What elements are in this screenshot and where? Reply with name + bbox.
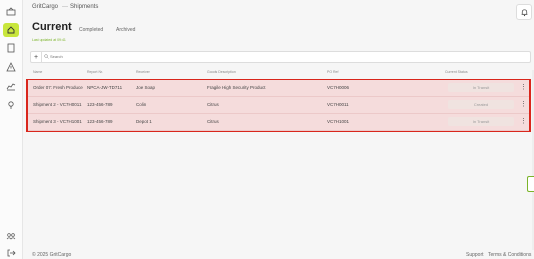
cell-goods: Fragile High Security Product (207, 85, 266, 90)
column-header-name[interactable]: Name (33, 70, 42, 74)
cell-report: 123-456-789 (87, 102, 113, 107)
cell-po: VC7H0006 (327, 85, 350, 90)
cell-receiver: Joe Soap (136, 85, 156, 90)
column-header-status[interactable]: Current Status (445, 70, 468, 74)
feedback-tab[interactable] (527, 176, 534, 192)
more-options-icon[interactable]: ⋮ (520, 100, 527, 110)
footer-support-link[interactable]: Support (466, 252, 484, 258)
sidebar (0, 0, 23, 259)
cell-name: Shipment 2 - VC7H0011 (33, 102, 82, 107)
team-icon[interactable] (5, 230, 17, 242)
cell-report: 123-456-789 (87, 119, 113, 124)
chart-icon[interactable] (5, 80, 17, 92)
footer-copyright: © 2025 GritCargo (32, 252, 72, 258)
cell-receiver: Colin (136, 102, 147, 107)
footer-terms-link[interactable]: Terms & Conditions (488, 252, 531, 258)
cell-goods: Citrus (207, 102, 219, 107)
more-options-icon[interactable]: ⋮ (520, 117, 527, 127)
notifications-button[interactable] (516, 4, 532, 20)
status-badge: Created (448, 100, 514, 109)
column-header-receiver[interactable]: Receiver (136, 70, 150, 74)
alert-icon[interactable] (5, 61, 17, 73)
table-row[interactable]: Shipment 3 - VC7H1001 123-456-789 Depot … (28, 114, 529, 131)
cell-goods: Citrus (207, 119, 219, 124)
main-content: GritCargo — Shipments Current Completed … (23, 0, 534, 259)
column-header-report[interactable]: Report Nr. (87, 70, 103, 74)
cell-name: Order 07: Fresh Produce (33, 85, 83, 90)
table-row[interactable]: Order 07: Fresh Produce NPCA-JW-TD711 Jo… (28, 80, 529, 97)
column-header-goods[interactable]: Goods Description (207, 70, 236, 74)
logout-icon[interactable] (5, 247, 17, 259)
breadcrumb-app[interactable]: GritCargo (32, 4, 58, 10)
cell-report: NPCA-JW-TD711 (87, 85, 123, 90)
column-header-po[interactable]: PO Ref (327, 70, 338, 74)
search-input[interactable] (50, 53, 250, 60)
more-options-icon[interactable]: ⋮ (520, 83, 527, 93)
tab-completed[interactable]: Completed (79, 27, 103, 33)
search-bar: + (30, 51, 531, 63)
tab-archived[interactable]: Archived (116, 27, 135, 33)
search-icon (44, 54, 49, 59)
status-badge: In Transit (448, 83, 514, 92)
cell-name: Shipment 3 - VC7H1001 (33, 119, 82, 124)
status-badge: In Transit (448, 117, 514, 126)
cell-po: VC7H1001 (327, 119, 350, 124)
cell-po: VC7H0011 (327, 102, 349, 107)
add-button[interactable]: + (31, 52, 42, 62)
document-icon[interactable] (5, 42, 17, 54)
dashboard-icon[interactable] (5, 6, 17, 18)
location-icon[interactable] (5, 99, 17, 111)
table-header: Name Report Nr. Receiver Goods Descripti… (33, 70, 531, 76)
cell-receiver: Depot 1 (136, 119, 152, 124)
last-updated-text: Last updated at 09:41 (32, 38, 66, 42)
breadcrumb-separator: — (62, 4, 68, 10)
top-bar: GritCargo — Shipments (23, 0, 534, 20)
breadcrumb-page: Shipments (70, 4, 99, 10)
home-icon[interactable] (3, 23, 19, 37)
page-title: Current (32, 21, 72, 33)
bell-icon (521, 8, 527, 16)
table-row[interactable]: Shipment 2 - VC7H0011 123-456-789 Colin … (28, 97, 529, 114)
